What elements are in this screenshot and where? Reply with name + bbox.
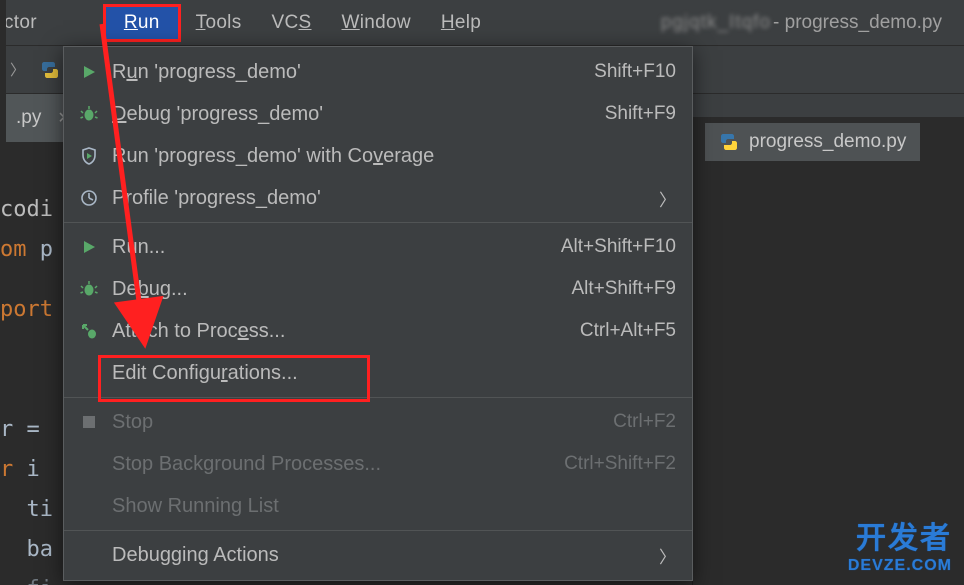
menu-item-3[interactable]: Profile 'progress_demo' 〉 — [64, 177, 692, 219]
run-menu-dropdown: Run 'progress_demo'Shift+F10Debug 'progr… — [63, 46, 693, 581]
menu-item-shortcut: Ctrl+Alt+F5 — [580, 320, 676, 342]
menu-item-label: Edit Configurations... — [112, 362, 676, 385]
menu-item-shortcut: Ctrl+Shift+F2 — [564, 453, 676, 475]
stop-icon — [76, 415, 102, 429]
code-line: port — [0, 290, 53, 330]
menubar-truncated-left: ctor — [0, 4, 47, 42]
menu-item-5[interactable]: Debug...Alt+Shift+F9 — [64, 268, 692, 310]
menubar-tools[interactable]: Tools — [181, 4, 257, 42]
menubar-help[interactable]: Help — [426, 4, 496, 42]
right-editor-tab[interactable]: progress_demo.py — [705, 123, 920, 161]
menu-item-label: Debug 'progress_demo' — [112, 103, 605, 126]
bug-icon — [76, 105, 102, 123]
code-line: r i — [0, 450, 40, 490]
menu-item-shortcut: Ctrl+F2 — [613, 411, 676, 433]
menu-item-4[interactable]: Run...Alt+Shift+F10 — [64, 226, 692, 268]
menu-item-label: Debugging Actions — [112, 544, 647, 567]
right-editor-panel: progress_demo.py — [692, 117, 964, 585]
menu-item-label: Show Running List — [112, 495, 676, 518]
menu-item-2[interactable]: Run 'progress_demo' with Coverage — [64, 135, 692, 177]
menu-item-label: Debug... — [112, 278, 571, 301]
window-title: pgjqtk_Itqfo - progress_demo.py — [661, 12, 964, 34]
menu-item-shortcut: Shift+F10 — [594, 61, 676, 83]
menu-item-shortcut: Alt+Shift+F9 — [571, 278, 676, 300]
menu-item-label: Profile 'progress_demo' — [112, 187, 647, 210]
menu-item-label: Attach to Process... — [112, 320, 580, 343]
code-line: ba — [0, 530, 53, 570]
menubar-run[interactable]: Run — [103, 4, 181, 42]
code-line: om p — [0, 230, 53, 270]
attach-icon — [76, 322, 102, 340]
profile-icon — [76, 189, 102, 207]
submenu-arrow-icon: 〉 — [659, 543, 676, 568]
code-line: ti — [0, 490, 53, 530]
menu-item-label: Stop Background Processes... — [112, 453, 564, 476]
menu-item-6[interactable]: Attach to Process...Ctrl+Alt+F5 — [64, 310, 692, 352]
python-file-icon[interactable] — [39, 59, 61, 81]
bug-icon — [76, 280, 102, 298]
menu-item-9: Stop Background Processes...Ctrl+Shift+F… — [64, 443, 692, 485]
play-icon — [76, 239, 102, 255]
menu-item-0[interactable]: Run 'progress_demo'Shift+F10 — [64, 51, 692, 93]
menu-item-11[interactable]: Debugging Actions 〉 — [64, 534, 692, 576]
menu-item-7[interactable]: Edit Configurations... — [64, 352, 692, 394]
submenu-arrow-icon: 〉 — [659, 186, 676, 211]
menu-item-10: Show Running List — [64, 485, 692, 527]
menu-item-label: Stop — [112, 411, 613, 434]
menu-item-label: Run 'progress_demo' with Coverage — [112, 145, 676, 168]
menu-item-label: Run 'progress_demo' — [112, 61, 594, 84]
play-icon — [76, 64, 102, 80]
menubar-vcs[interactable]: VCS — [257, 4, 327, 42]
shield-icon — [76, 147, 102, 165]
menu-item-shortcut: Shift+F9 — [605, 103, 676, 125]
menu-item-label: Run... — [112, 236, 561, 259]
code-line: codi — [0, 190, 53, 230]
breadcrumb-chevron-icon: 〉 — [10, 59, 25, 80]
code-line: fi — [0, 570, 53, 585]
menu-item-1[interactable]: Debug 'progress_demo'Shift+F9 — [64, 93, 692, 135]
menubar-window[interactable]: Window — [327, 4, 426, 42]
menu-separator — [64, 530, 692, 531]
menu-item-shortcut: Alt+Shift+F10 — [561, 236, 676, 258]
menu-item-8: StopCtrl+F2 — [64, 401, 692, 443]
code-line: r = — [0, 410, 40, 450]
right-editor-body[interactable] — [693, 161, 964, 581]
menu-separator — [64, 397, 692, 398]
python-file-icon — [719, 132, 739, 152]
menubar: ctor Run Tools VCS Window Help pgjqtk_It… — [0, 0, 964, 46]
menu-separator — [64, 222, 692, 223]
